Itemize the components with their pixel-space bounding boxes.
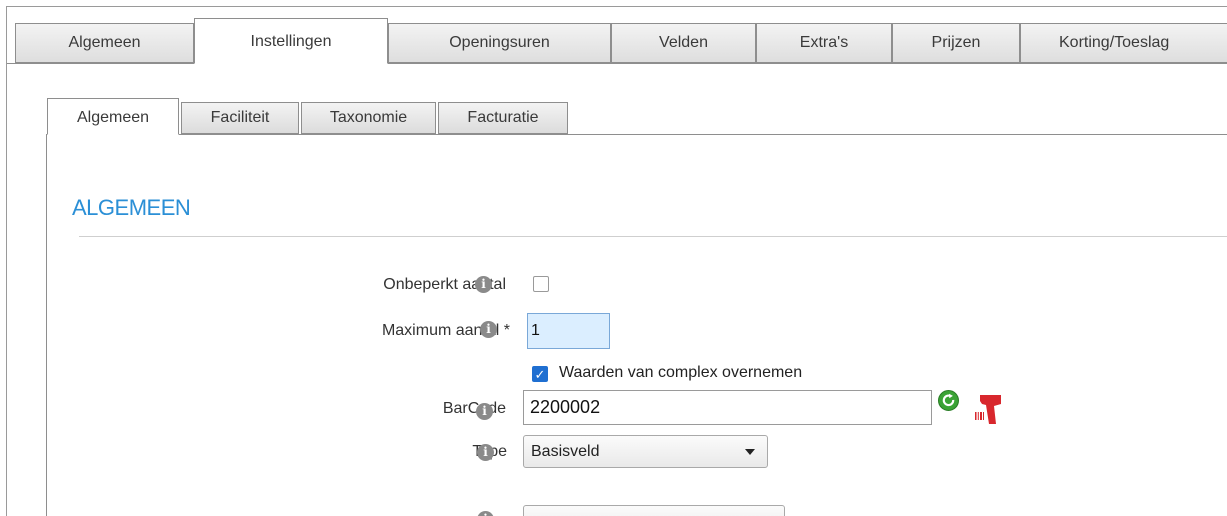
- info-icon[interactable]: i: [480, 321, 497, 338]
- sub-tab-bar: Algemeen Faciliteit Taxonomie Facturatie: [7, 64, 1227, 135]
- unlimited-checkbox[interactable]: [533, 276, 549, 292]
- tab-openingsuren[interactable]: Openingsuren: [388, 23, 611, 63]
- barcode-input[interactable]: [523, 390, 932, 425]
- type-select-value: Basisveld: [531, 443, 600, 460]
- tab-extras[interactable]: Extra's: [756, 23, 892, 63]
- info-icon[interactable]: i: [477, 444, 494, 461]
- info-icon[interactable]: i: [475, 276, 492, 293]
- tab-content-pane: Algemeen Faciliteit Taxonomie Facturatie…: [7, 64, 1227, 516]
- type-select[interactable]: Basisveld: [523, 435, 768, 468]
- copy-values-label: Waarden van complex overnemen: [559, 364, 803, 381]
- section-divider: [79, 236, 1227, 237]
- barcode-scanner-icon[interactable]: [972, 392, 1006, 426]
- tab-prijzen[interactable]: Prijzen: [892, 23, 1020, 63]
- subtab-faciliteit[interactable]: Faciliteit: [181, 102, 299, 134]
- tab-korting-toeslag[interactable]: Korting/Toeslag: [1020, 23, 1227, 63]
- barcode-label: BarCode: [442, 400, 506, 417]
- refresh-icon[interactable]: [938, 390, 959, 411]
- subtab-facturatie[interactable]: Facturatie: [438, 102, 568, 134]
- info-icon[interactable]: i: [476, 403, 493, 420]
- info-icon[interactable]: i: [477, 511, 494, 516]
- main-tab-bar: Algemeen Instellingen Openingsuren Velde…: [7, 7, 1227, 64]
- window-frame: Algemeen Instellingen Openingsuren Velde…: [6, 6, 1227, 516]
- partial-select[interactable]: [523, 505, 785, 516]
- tab-instellingen[interactable]: Instellingen: [194, 18, 388, 64]
- chevron-down-icon: [745, 449, 755, 455]
- tab-algemeen[interactable]: Algemeen: [15, 23, 194, 63]
- subtab-algemeen[interactable]: Algemeen: [47, 98, 179, 135]
- tab-velden[interactable]: Velden: [611, 23, 756, 63]
- subtab-taxonomie[interactable]: Taxonomie: [301, 102, 436, 134]
- section-title: ALGEMEEN: [72, 195, 191, 220]
- copy-values-checkbox[interactable]: ✓: [532, 366, 548, 382]
- max-count-input[interactable]: [527, 313, 610, 349]
- sub-tab-panel: ALGEMEEN Onbeperkt aantal i Maximum aant…: [46, 134, 1227, 516]
